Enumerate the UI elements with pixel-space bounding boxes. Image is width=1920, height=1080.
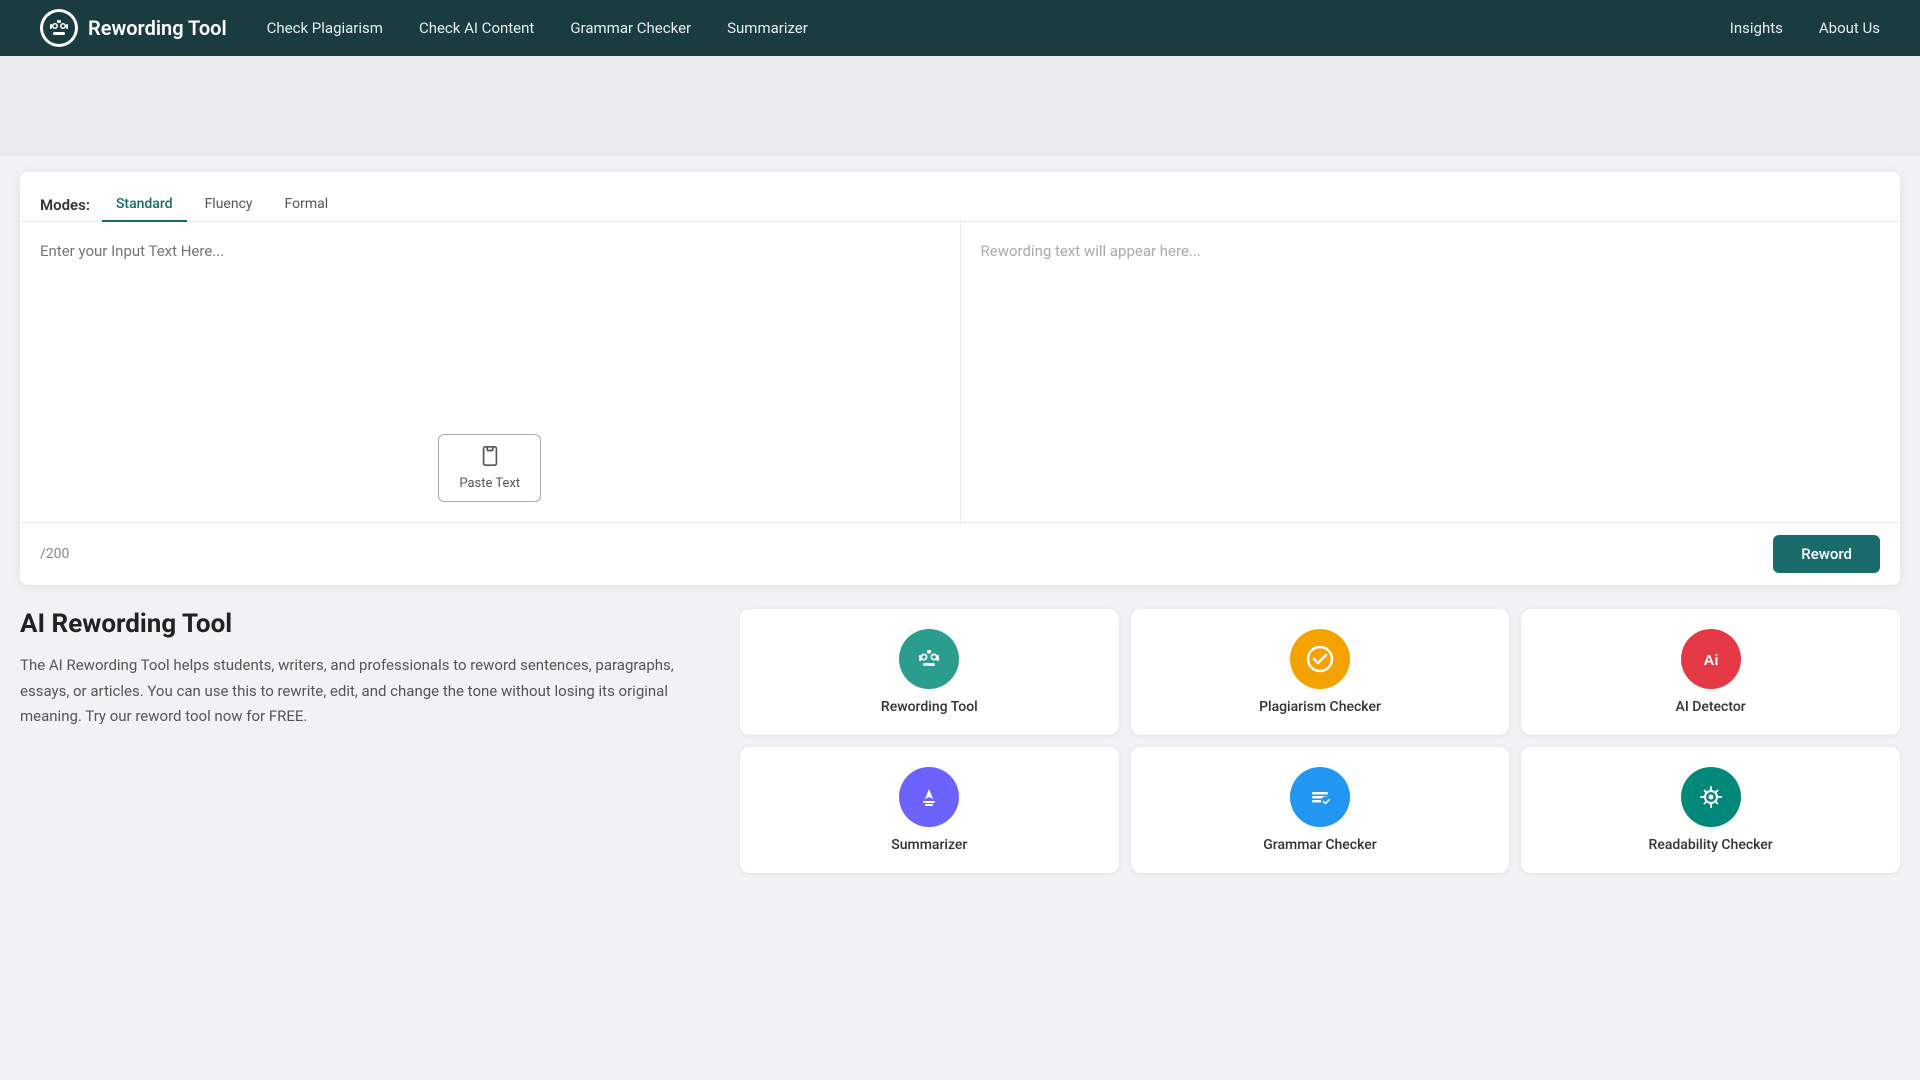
output-placeholder: Rewording text will appear here... [961, 222, 1901, 280]
nav-summarizer[interactable]: Summarizer [727, 19, 808, 37]
description-body: The AI Rewording Tool helps students, wr… [20, 653, 720, 730]
readability-icon [1681, 767, 1741, 827]
paste-text-label: Paste Text [459, 476, 520, 491]
tool-item-readability[interactable]: Readability Checker [1521, 747, 1900, 873]
mode-formal[interactable]: Formal [271, 188, 343, 222]
tool-item-plagiarism[interactable]: Plagiarism Checker [1131, 609, 1510, 735]
reword-button[interactable]: Reword [1773, 535, 1880, 573]
text-areas: Paste Text Rewording text will appear he… [20, 222, 1900, 522]
description-title: AI Rewording Tool [20, 609, 720, 639]
tools-grid: Rewording Tool Plagiarism Checker Ai AI … [740, 609, 1900, 873]
nav-insights[interactable]: Insights [1730, 19, 1783, 37]
tool-label-summarizer: Summarizer [891, 837, 967, 853]
input-area: Paste Text [20, 222, 961, 522]
bottom-bar: /200 Reword [20, 522, 1900, 585]
header: Rewording Tool Check Plagiarism Check AI… [0, 0, 1920, 56]
ai-detector-icon: Ai [1681, 629, 1741, 689]
tool-item-ai-detector[interactable]: Ai AI Detector [1521, 609, 1900, 735]
tool-item-rewording[interactable]: Rewording Tool [740, 609, 1119, 735]
tool-label-grammar: Grammar Checker [1263, 837, 1377, 853]
rewording-tool-card: Modes: Standard Fluency Formal Paste Tex… [20, 172, 1900, 585]
modes-bar: Modes: Standard Fluency Formal [20, 172, 1900, 222]
nav-grammar-checker[interactable]: Grammar Checker [570, 19, 691, 37]
nav-about-us[interactable]: About Us [1819, 19, 1880, 37]
mode-standard[interactable]: Standard [102, 188, 187, 222]
summarizer-icon [899, 767, 959, 827]
tool-label-ai-detector: AI Detector [1676, 699, 1746, 715]
logo[interactable]: Rewording Tool [40, 9, 227, 47]
main-nav: Check Plagiarism Check AI Content Gramma… [267, 19, 1730, 37]
mode-fluency[interactable]: Fluency [191, 188, 267, 222]
plagiarism-icon [1290, 629, 1350, 689]
banner-area [0, 56, 1920, 156]
char-count: /200 [40, 546, 69, 562]
svg-text:Ai: Ai [1703, 652, 1718, 669]
rewording-tool-icon [899, 629, 959, 689]
text-input[interactable] [20, 222, 960, 414]
paste-text-button[interactable]: Paste Text [438, 434, 541, 502]
output-area: Rewording text will appear here... [961, 222, 1901, 522]
nav-check-ai-content[interactable]: Check AI Content [419, 19, 534, 37]
right-nav: Insights About Us [1730, 19, 1880, 37]
tool-item-grammar[interactable]: Grammar Checker [1131, 747, 1510, 873]
nav-check-plagiarism[interactable]: Check Plagiarism [267, 19, 383, 37]
logo-icon [40, 9, 78, 47]
paste-btn-container: Paste Text [20, 414, 960, 522]
modes-label: Modes: [40, 196, 90, 214]
content-section: AI Rewording Tool The AI Rewording Tool … [20, 609, 1900, 873]
clipboard-icon [479, 445, 501, 472]
description-block: AI Rewording Tool The AI Rewording Tool … [20, 609, 720, 730]
grammar-checker-icon [1290, 767, 1350, 827]
logo-text: Rewording Tool [88, 16, 227, 40]
tool-label-rewording: Rewording Tool [881, 699, 978, 715]
tool-label-readability: Readability Checker [1649, 837, 1773, 853]
tool-label-plagiarism: Plagiarism Checker [1259, 699, 1381, 715]
tool-item-summarizer[interactable]: Summarizer [740, 747, 1119, 873]
